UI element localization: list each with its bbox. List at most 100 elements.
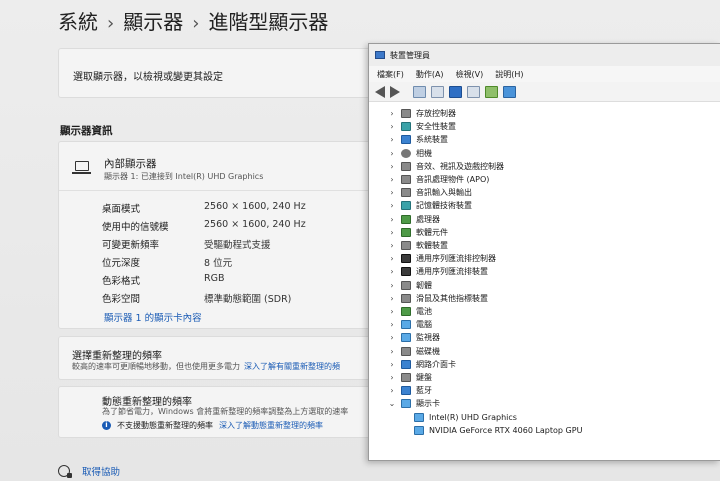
- info-value: 受驅動程式支援: [204, 240, 271, 251]
- device-category-label: 軟體元件: [416, 227, 448, 237]
- disk-icon: [401, 346, 411, 356]
- device-category-label: 磁碟機: [416, 346, 440, 356]
- chevron-right-icon[interactable]: ›: [388, 188, 396, 197]
- show-hidden-icon[interactable]: [431, 85, 444, 98]
- display-select-label: 選取顯示器，以檢視或變更其設定: [73, 72, 223, 83]
- device-category[interactable]: › 韌體: [388, 279, 432, 292]
- info-value: 2560 × 1600, 240 Hz: [204, 219, 306, 230]
- breadcrumb-item-system[interactable]: 系統: [58, 10, 98, 34]
- device-category[interactable]: › 網路介面卡: [388, 358, 456, 371]
- page-title: 進階型顯示器: [208, 10, 329, 34]
- menu-view[interactable]: 檢視(V): [450, 69, 490, 80]
- device-category[interactable]: › 滑鼠及其他指標裝置: [388, 292, 488, 305]
- chevron-right-icon[interactable]: ›: [388, 254, 396, 263]
- properties-icon[interactable]: [413, 85, 426, 98]
- device-category[interactable]: › 處理器: [388, 213, 440, 226]
- device-category[interactable]: › 軟體元件: [388, 226, 448, 239]
- device-category[interactable]: › 電池: [388, 305, 432, 318]
- chevron-right-icon[interactable]: ›: [388, 294, 396, 303]
- menu-file[interactable]: 檔案(F): [371, 69, 410, 80]
- chevron-right-icon[interactable]: ›: [388, 162, 396, 171]
- device-category[interactable]: ⌄ 顯示卡: [388, 397, 440, 410]
- device-category[interactable]: › 軟體裝置: [388, 239, 448, 252]
- chevron-right-icon[interactable]: ›: [388, 386, 396, 395]
- chevron-right-icon[interactable]: ›: [388, 149, 396, 158]
- chevron-right-icon[interactable]: ›: [388, 215, 396, 224]
- info-key: 使用中的信號模: [102, 222, 169, 233]
- menu-action[interactable]: 動作(A): [410, 69, 450, 80]
- info-value: 2560 × 1600, 240 Hz: [204, 201, 306, 212]
- device-category[interactable]: › 音訊輸入與輸出: [388, 186, 472, 199]
- device-category-label: 韌體: [416, 280, 432, 290]
- chevron-right-icon[interactable]: ›: [388, 201, 396, 210]
- device-category[interactable]: › 記憶體技術裝置: [388, 199, 472, 212]
- breadcrumb-item-display[interactable]: 顯示器: [123, 10, 183, 34]
- info-value: RGB: [204, 273, 225, 284]
- chevron-right-icon[interactable]: ›: [388, 175, 396, 184]
- chevron-right-icon[interactable]: ›: [388, 241, 396, 250]
- display-adapter-item[interactable]: Intel(R) UHD Graphics: [414, 411, 517, 424]
- camera-icon: [401, 148, 411, 158]
- chevron-right-icon[interactable]: ›: [388, 135, 396, 144]
- monitor-view-icon[interactable]: [503, 85, 516, 98]
- chevron-right-icon[interactable]: ›: [388, 281, 396, 290]
- device-category[interactable]: › 系統裝置: [388, 133, 448, 146]
- system-device-icon: [401, 135, 411, 145]
- device-category-label: 軟體裝置: [416, 241, 448, 250]
- dynamic-refresh-learn-link[interactable]: 深入了解動態重新整理的頻率: [219, 420, 323, 431]
- device-category[interactable]: › 存放控制器: [388, 107, 456, 120]
- get-help-link[interactable]: 取得協助: [58, 464, 120, 478]
- chevron-right-icon[interactable]: ›: [388, 109, 396, 118]
- device-category[interactable]: › 鍵盤: [388, 371, 432, 384]
- chevron-right-icon: ›: [192, 13, 200, 34]
- device-category[interactable]: › 監視器: [388, 331, 440, 344]
- device-category[interactable]: › 通用序列匯流排裝置: [388, 265, 488, 278]
- help-book-icon[interactable]: [449, 85, 462, 98]
- device-category[interactable]: › 相機: [388, 147, 432, 160]
- chevron-down-icon[interactable]: ⌄: [388, 399, 396, 408]
- chevron-right-icon[interactable]: ›: [388, 360, 396, 369]
- software-device-icon: [401, 241, 411, 250]
- info-key: 色彩格式: [102, 276, 141, 287]
- device-category[interactable]: › 音效、視訊及遊戲控制器: [388, 160, 504, 173]
- scan-hardware-icon[interactable]: [485, 85, 498, 98]
- device-category-label: 音訊輸入與輸出: [416, 188, 472, 198]
- device-category[interactable]: › 磁碟機: [388, 345, 440, 358]
- chevron-right-icon[interactable]: ›: [388, 333, 396, 342]
- display-adapter-item[interactable]: NVIDIA GeForce RTX 4060 Laptop GPU: [414, 424, 582, 437]
- keyboard-icon: [401, 373, 411, 382]
- chevron-right-icon[interactable]: ›: [388, 122, 396, 131]
- chevron-right-icon[interactable]: ›: [388, 228, 396, 237]
- back-arrow-icon[interactable]: [375, 85, 385, 98]
- device-category[interactable]: › 通用序列匯流排控制器: [388, 252, 496, 265]
- device-category-label: 相機: [416, 148, 432, 158]
- info-key: 可變更新頻率: [102, 240, 160, 251]
- toolbar: [369, 82, 720, 102]
- adapter-properties-link[interactable]: 顯示器 1 的顯示卡內容: [104, 310, 202, 324]
- chevron-right-icon[interactable]: ›: [388, 347, 396, 356]
- display-subtitle: 顯示器 1: 已連接到 Intel(R) UHD Graphics: [104, 172, 264, 181]
- refresh-rate-desc: 較高的速率可更順暢地移動，但也使用更多電力 深入了解有關重新整理的頻: [72, 361, 340, 372]
- chevron-right-icon[interactable]: ›: [388, 267, 396, 276]
- device-category[interactable]: › 藍牙: [388, 384, 432, 397]
- dynamic-refresh-note-text: 不支援動態重新整理的頻率: [117, 421, 213, 430]
- forward-arrow-icon[interactable]: [390, 85, 400, 98]
- chevron-right-icon[interactable]: ›: [388, 320, 396, 329]
- device-category[interactable]: › 電腦: [388, 318, 432, 331]
- audio-io-icon: [401, 188, 411, 198]
- chevron-right-icon[interactable]: ›: [388, 373, 396, 382]
- device-category-label: 音效、視訊及遊戲控制器: [416, 161, 504, 171]
- chevron-right-icon[interactable]: ›: [388, 307, 396, 316]
- details-view-icon[interactable]: [467, 85, 480, 98]
- display-name: 內部顯示器: [104, 158, 157, 170]
- menu-help[interactable]: 說明(H): [489, 69, 529, 80]
- refresh-rate-title: 選擇重新整理的頻率: [72, 351, 162, 362]
- info-value: 標準動態範圍 (SDR): [204, 294, 292, 305]
- gpu-icon: [414, 412, 424, 422]
- device-category[interactable]: › 安全性裝置: [388, 120, 456, 133]
- title-bar[interactable]: 裝置管理員: [369, 44, 720, 66]
- device-manager-icon: [375, 51, 385, 59]
- device-category[interactable]: › 音訊處理物件 (APO): [388, 173, 489, 186]
- usb-device-icon: [401, 267, 411, 277]
- refresh-rate-learn-link[interactable]: 深入了解有關重新整理的頻: [244, 362, 340, 371]
